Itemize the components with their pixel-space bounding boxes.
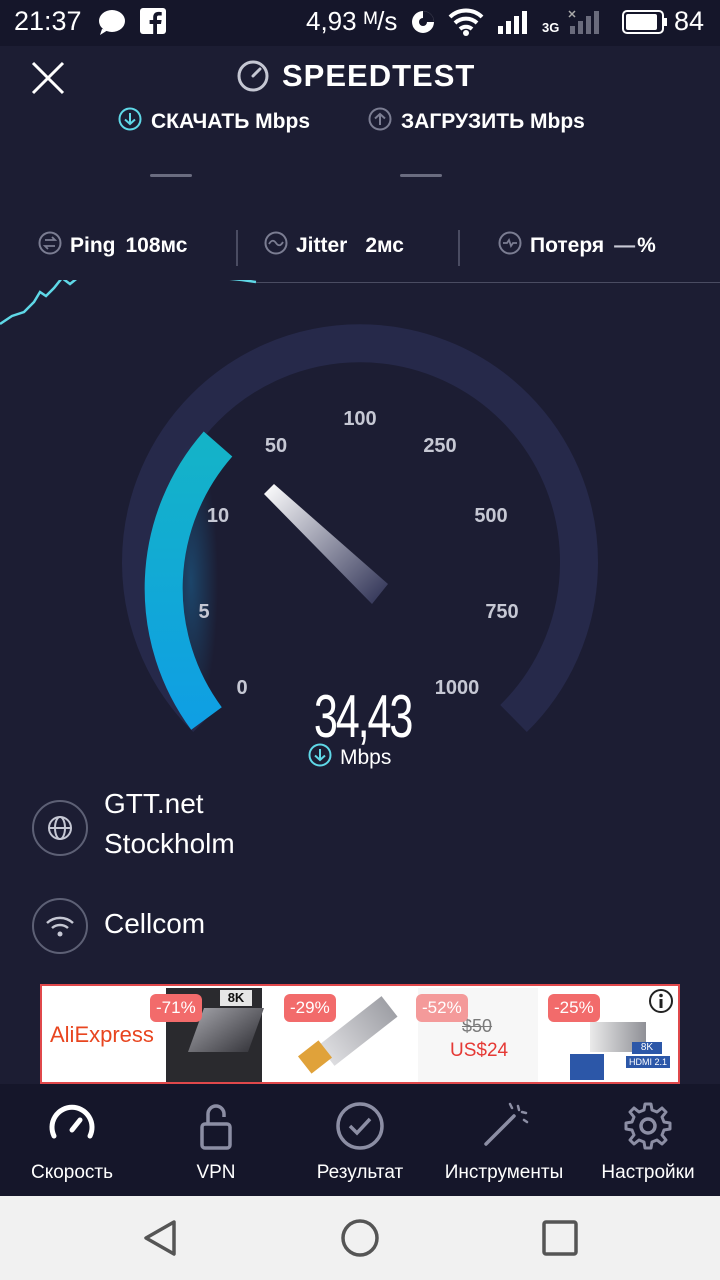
tab-label: VPN bbox=[196, 1162, 236, 1183]
gear-icon bbox=[624, 1102, 672, 1150]
tab-label: Результат bbox=[316, 1162, 404, 1183]
magic-wand-icon bbox=[484, 1102, 529, 1146]
tab-label: Настройки bbox=[601, 1162, 695, 1183]
metrics-row: Ping 108мс Jitter 2мс Потеря — % bbox=[0, 222, 720, 270]
tab-speed[interactable]: Скорость bbox=[14, 1084, 130, 1196]
close-button[interactable] bbox=[26, 58, 70, 98]
battery-icon bbox=[622, 10, 668, 39]
isp-name: Cellcom bbox=[104, 908, 206, 939]
gauge-tick: 100 bbox=[343, 408, 376, 430]
tab-label: Инструменты bbox=[444, 1162, 564, 1183]
net-speed: 4,93 ᴹ/s bbox=[306, 6, 398, 36]
chat-icon bbox=[98, 9, 126, 40]
download-header: СКАЧАТЬ Mbps bbox=[118, 106, 310, 138]
jitter-label: Jitter bbox=[296, 234, 348, 257]
tab-results[interactable]: Результат bbox=[304, 1084, 416, 1196]
ping-icon bbox=[38, 231, 62, 261]
ad-banner[interactable]: AliExpress 8K -71% -29% $50 US$24 -52% 8… bbox=[40, 984, 680, 1084]
bottom-tab-bar: Скорость VPN Результат Инструменты Настр… bbox=[0, 1084, 720, 1196]
download-label: СКАЧАТЬ Mbps bbox=[151, 110, 311, 133]
recents-icon[interactable] bbox=[538, 1216, 582, 1260]
loss-metric: Потеря — % bbox=[498, 222, 656, 270]
ad-product-sublabel: HDMI 2.1 bbox=[626, 1056, 670, 1068]
ad-discount-badge: -25% bbox=[548, 994, 600, 1022]
ping-label: Ping bbox=[70, 234, 116, 257]
download-value-placeholder bbox=[150, 174, 192, 177]
gauge-tick: 0 bbox=[236, 677, 247, 699]
ad-discount-badge: -71% bbox=[150, 994, 202, 1022]
ad-brand: AliExpress bbox=[50, 1022, 154, 1047]
gauge-tick: 5 bbox=[198, 601, 209, 623]
app-header: SPEEDTEST bbox=[0, 46, 720, 106]
ad-product-label: 8K bbox=[632, 1042, 662, 1054]
ad-price: US$24 bbox=[450, 1040, 509, 1061]
upload-header: ЗАГРУЗИТЬ Mbps bbox=[368, 106, 585, 138]
signal-off-icon bbox=[568, 10, 606, 39]
metric-divider bbox=[236, 230, 238, 266]
server-city: Stockholm bbox=[104, 828, 235, 859]
metric-divider bbox=[458, 230, 460, 266]
loss-unit: % bbox=[637, 234, 656, 257]
download-arrow-icon bbox=[118, 107, 142, 137]
system-nav-bar bbox=[0, 1196, 720, 1280]
lock-icon bbox=[200, 1104, 232, 1150]
loss-icon bbox=[498, 231, 522, 261]
ping-graph-line bbox=[0, 280, 257, 326]
server-provider: GTT.net bbox=[104, 788, 204, 819]
server-info[interactable]: GTT.net Stockholm bbox=[32, 786, 692, 876]
signal-icon bbox=[498, 10, 534, 39]
isp-info: Cellcom bbox=[32, 898, 692, 958]
wifi-icon bbox=[32, 898, 88, 954]
speed-unit: Mbps bbox=[340, 746, 392, 769]
tab-vpn[interactable]: VPN bbox=[160, 1084, 272, 1196]
tab-label: Скорость bbox=[30, 1162, 114, 1183]
tab-tools[interactable]: Инструменты bbox=[438, 1084, 570, 1196]
ping-metric: Ping 108мс bbox=[38, 222, 187, 270]
wifi-icon bbox=[448, 8, 484, 41]
gauge-tick: 750 bbox=[485, 601, 518, 623]
info-icon[interactable] bbox=[648, 988, 674, 1014]
facebook-icon bbox=[140, 8, 166, 39]
close-icon bbox=[31, 61, 65, 95]
gauge-tick: 50 bbox=[265, 435, 287, 457]
status-bar: 21:37 4,93 ᴹ/s 3G 84 bbox=[0, 0, 720, 46]
speedometer-icon bbox=[49, 1104, 95, 1139]
home-icon[interactable] bbox=[338, 1216, 382, 1260]
back-icon[interactable] bbox=[138, 1216, 182, 1260]
gauge-tick: 1000 bbox=[435, 677, 480, 699]
loss-value: — bbox=[614, 234, 636, 257]
current-speed-value: 34,43 bbox=[313, 683, 413, 750]
speed-unit-row: Mbps bbox=[308, 743, 392, 773]
app-title: SPEEDTEST bbox=[282, 58, 476, 93]
gauge-tick: 10 bbox=[207, 505, 229, 527]
battery-level: 84 bbox=[674, 6, 705, 36]
jitter-value: 2мс bbox=[365, 234, 404, 257]
data-saver-icon bbox=[410, 9, 436, 40]
network-type: 3G bbox=[542, 20, 560, 35]
upload-arrow-icon bbox=[368, 107, 392, 137]
globe-icon bbox=[32, 800, 88, 856]
download-arrow-icon bbox=[308, 743, 332, 773]
ping-value: 108мс bbox=[125, 234, 188, 257]
gauge-tick: 250 bbox=[423, 435, 456, 457]
app-title-wrap: SPEEDTEST bbox=[236, 58, 475, 94]
ad-discount-badge: -29% bbox=[284, 994, 336, 1022]
check-circle-icon bbox=[336, 1102, 384, 1150]
jitter-icon bbox=[264, 231, 288, 261]
speedometer-icon bbox=[237, 60, 269, 92]
loss-label: Потеря bbox=[530, 234, 605, 257]
gauge-tick: 500 bbox=[474, 505, 507, 527]
jitter-metric: Jitter 2мс bbox=[264, 222, 404, 270]
tab-settings[interactable]: Настройки bbox=[592, 1084, 704, 1196]
upload-label: ЗАГРУЗИТЬ Mbps bbox=[401, 110, 585, 133]
ad-discount-badge: -52% bbox=[416, 994, 468, 1022]
gauge-needle bbox=[264, 484, 388, 604]
ad-product-label: 8K bbox=[220, 990, 252, 1006]
upload-value-placeholder bbox=[400, 174, 442, 177]
speed-results: СКАЧАТЬ Mbps ЗАГРУЗИТЬ Mbps bbox=[0, 106, 720, 196]
status-time: 21:37 bbox=[14, 6, 82, 36]
